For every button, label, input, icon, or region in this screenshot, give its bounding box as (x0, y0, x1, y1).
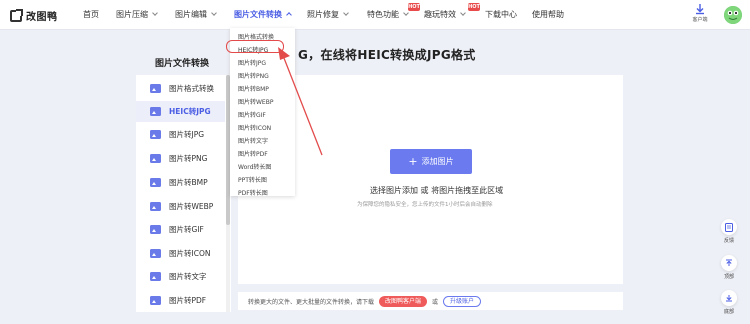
back-to-top-button[interactable]: 顶部 (717, 255, 741, 280)
sidebar-item[interactable]: 图片格式转换 (136, 78, 225, 99)
nav-features[interactable]: 特色功能 (367, 9, 409, 20)
image-icon (150, 225, 161, 234)
sidebar-item-heic-to-jpg[interactable]: HEIC转JPG (136, 101, 225, 122)
add-image-button[interactable]: + 添加图片 (390, 149, 472, 174)
nav-compress[interactable]: 图片压缩 (116, 9, 158, 20)
nav-repair[interactable]: 照片修复 (307, 9, 349, 20)
dropdown-item[interactable]: PPT转长图 (238, 175, 267, 184)
frog-avatar-icon (724, 6, 742, 24)
dropdown-item[interactable]: 图片转PDF (238, 149, 268, 158)
arrow-up-icon (726, 259, 732, 266)
chevron-down-icon (211, 10, 217, 16)
sidebar-item[interactable]: 图片转PNG (136, 148, 225, 169)
chevron-down-icon (403, 10, 409, 16)
chevron-down-icon (343, 10, 349, 16)
annotation-arrow (278, 47, 323, 156)
dropdown-item[interactable]: 图片转WEBP (238, 97, 273, 106)
client-label: 客户端 (692, 17, 708, 23)
arrow-down-icon (726, 295, 732, 302)
nav-edit[interactable]: 图片编辑 (175, 9, 217, 20)
sidebar-item[interactable]: 图片转ICON (136, 243, 225, 264)
chevron-down-icon (460, 10, 466, 16)
download-promo-bar: 转换更大的文件、更大批量的文件转换，请下载 改图鸭客户端 或 升级账户 (238, 292, 623, 310)
image-icon (150, 249, 161, 258)
sidebar-item[interactable]: 图片转WEBP (136, 196, 225, 217)
sidebar-item[interactable]: 图片转JPG (136, 124, 225, 145)
brand-name: 改图鸭 (26, 12, 58, 23)
or-text: 或 (432, 298, 439, 306)
chevron-down-icon (152, 10, 158, 16)
sidebar-item[interactable]: 图片转GIF (136, 219, 225, 240)
dropdown-item[interactable]: 图片转JPG (238, 58, 266, 67)
dropdown-item[interactable]: 图片转PNG (238, 71, 269, 80)
image-icon (150, 130, 161, 139)
logo[interactable]: 改图鸭 (10, 8, 58, 23)
chevron-up-icon (286, 12, 292, 18)
image-icon (150, 154, 161, 163)
plus-icon: + (408, 155, 418, 168)
upgrade-account-button[interactable]: 升级账户 (443, 295, 482, 307)
sidebar-title: 图片文件转换 (155, 59, 210, 69)
download-icon (696, 4, 704, 15)
sidebar-item[interactable]: 图片转BMP (136, 172, 225, 193)
image-icon (150, 84, 161, 93)
sidebar-item[interactable]: 图片转PDF (136, 290, 225, 311)
nav-convert[interactable]: 图片文件转换 (234, 9, 292, 20)
nav-download[interactable]: 下载中心 (485, 9, 517, 20)
dropdown-item[interactable]: 图片转ICON (238, 123, 271, 132)
nav-home[interactable]: 首页 (83, 9, 99, 20)
hot-badge: HOT (468, 3, 480, 11)
image-icon (150, 107, 161, 116)
dropdown-item[interactable]: PDF转长图 (238, 188, 268, 197)
client-download-button[interactable]: 客户端 (688, 4, 712, 23)
logo-icon (10, 8, 23, 22)
sidebar-item[interactable]: 图片转文字 (136, 266, 225, 287)
scroll-to-bottom-button[interactable]: 底部 (717, 290, 741, 315)
dropdown-item[interactable]: 图片转文字 (238, 136, 268, 145)
user-avatar[interactable] (724, 6, 742, 24)
feedback-icon (725, 222, 733, 232)
image-icon (150, 296, 161, 305)
hot-badge: HOT (408, 3, 420, 11)
dropdown-item[interactable]: 图片转BMP (238, 84, 269, 93)
dropdown-item[interactable]: Word转长图 (238, 162, 271, 171)
image-icon (150, 178, 161, 187)
drop-hint: 选择图片添加 或 将图片拖拽至此区域 (370, 186, 504, 195)
dropdown-item[interactable]: 图片转GIF (238, 110, 266, 119)
privacy-note: 为保障您的隐私安全，您上传的文件1小时后会自动删除 (357, 202, 493, 208)
top-nav: 改图鸭 首页 图片压缩 图片编辑 图片文件转换 照片修复 特色功能 HOT 趣玩… (0, 0, 750, 30)
image-icon (150, 202, 161, 211)
sidebar: 图片格式转换 HEIC转JPG 图片转JPG 图片转PNG 图片转BMP 图片转… (136, 75, 231, 312)
nav-help[interactable]: 使用帮助 (532, 9, 564, 20)
nav-fun[interactable]: 趣玩特效 (424, 9, 466, 20)
promo-text: 转换更大的文件、更大批量的文件转换，请下载 (248, 298, 375, 306)
feedback-button[interactable]: 反馈 (717, 219, 741, 244)
client-button[interactable]: 改图鸭客户端 (379, 295, 428, 307)
image-icon (150, 272, 161, 281)
